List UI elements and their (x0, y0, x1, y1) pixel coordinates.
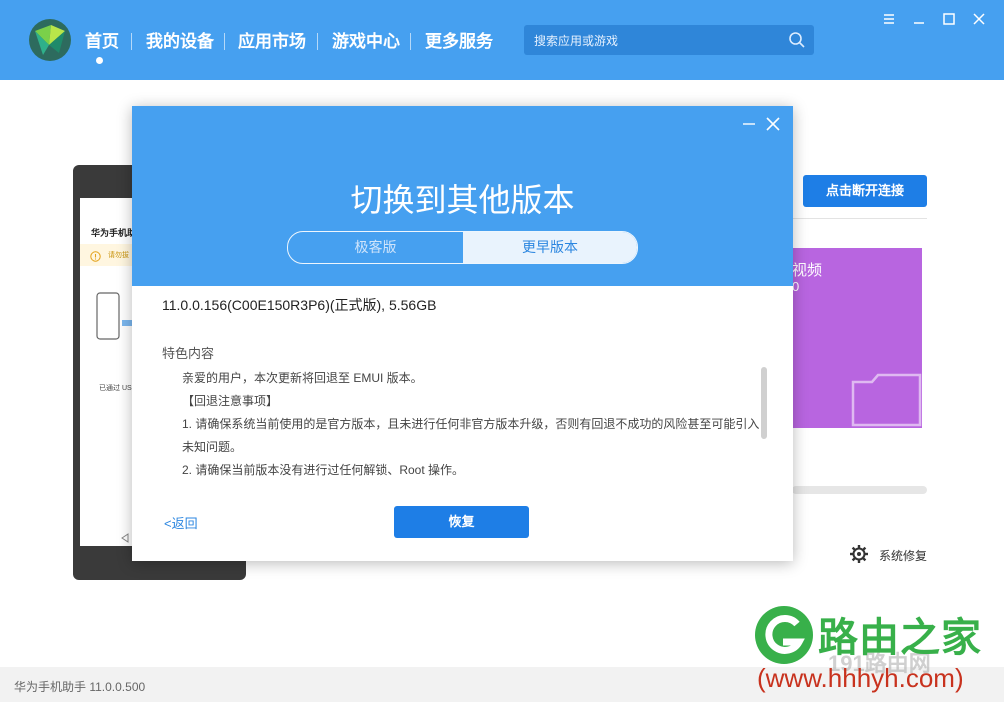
nav-more-services[interactable]: 更多服务 (425, 30, 493, 54)
version-info: 11.0.0.156(C00E150R3P6)(正式版), 5.56GB (162, 297, 437, 313)
app-logo-icon[interactable] (29, 19, 71, 61)
nav-separator (224, 33, 225, 50)
tab-geek-version[interactable]: 极客版 (288, 232, 463, 263)
mobile-phone-icon (96, 292, 120, 345)
video-card-count: 0 (792, 279, 800, 294)
video-card-title: 视频 (792, 262, 823, 279)
dialog-minimize-icon[interactable] (740, 115, 758, 133)
gear-icon[interactable] (849, 544, 869, 569)
search-icon[interactable] (788, 31, 806, 54)
nav-app-market[interactable]: 应用市场 (238, 30, 306, 54)
notes-line: 亲爱的用户，本次更新将回退至 EMUI 版本。 (182, 371, 423, 385)
search-box[interactable] (524, 25, 814, 57)
notes-line: 1. 请确保系统当前使用的是官方版本，且未进行任何非官方版本升级，否则有回退不成… (182, 417, 760, 431)
search-input[interactable] (532, 25, 786, 57)
restore-button[interactable]: 恢复 (394, 506, 529, 538)
notes-line: 2. 请确保当前版本没有进行过任何解锁、Root 操作。 (182, 463, 465, 477)
notes-line: 未知问题。 (182, 440, 243, 454)
system-repair-label[interactable]: 系统修复 (879, 547, 927, 567)
divider (792, 218, 927, 219)
phone-warning-text: 请勿拔 (108, 252, 129, 259)
phone-back-icon (121, 530, 129, 548)
dialog-title: 切换到其他版本 (350, 182, 575, 218)
close-icon[interactable] (970, 10, 988, 28)
maximize-icon[interactable] (940, 10, 958, 28)
nav-separator (317, 33, 318, 50)
warning-icon (90, 249, 101, 267)
watermark-url: (www.hhhyh.com) (757, 663, 964, 693)
disconnect-button[interactable]: 点击断开连接 (803, 175, 927, 207)
notes-line: 【回退注意事项】 (182, 394, 279, 408)
nav-my-devices[interactable]: 我的设备 (146, 30, 214, 54)
minimize-icon[interactable] (910, 10, 928, 28)
nav-active-indicator (96, 57, 103, 64)
version-tabs: 极客版 更早版本 (287, 231, 638, 264)
nav-game-center[interactable]: 游戏中心 (332, 30, 400, 54)
folder-icon (850, 372, 922, 433)
features-heading: 特色内容 (162, 346, 215, 361)
menu-icon[interactable] (880, 10, 898, 28)
notes-scrollbar-thumb[interactable] (761, 367, 767, 439)
phone-title: 华为手机助 (91, 228, 137, 238)
back-link[interactable]: <返回 (164, 513, 198, 532)
dialog-close-icon[interactable] (764, 115, 782, 133)
app-version-text: 华为手机助手 11.0.0.500 (14, 680, 146, 694)
tab-earlier-version[interactable]: 更早版本 (463, 232, 637, 263)
progress-bar (792, 486, 927, 494)
nav-home[interactable]: 首页 (85, 30, 119, 54)
release-notes: 亲爱的用户，本次更新将回退至 EMUI 版本。 【回退注意事项】 1. 请确保系… (182, 367, 762, 492)
watermark-logo (755, 606, 813, 664)
nav-separator (131, 33, 132, 50)
phone-connected-text: 已通过 US (99, 385, 132, 392)
watermark-brand: 路由之家 (818, 616, 982, 660)
nav-separator (410, 33, 411, 50)
